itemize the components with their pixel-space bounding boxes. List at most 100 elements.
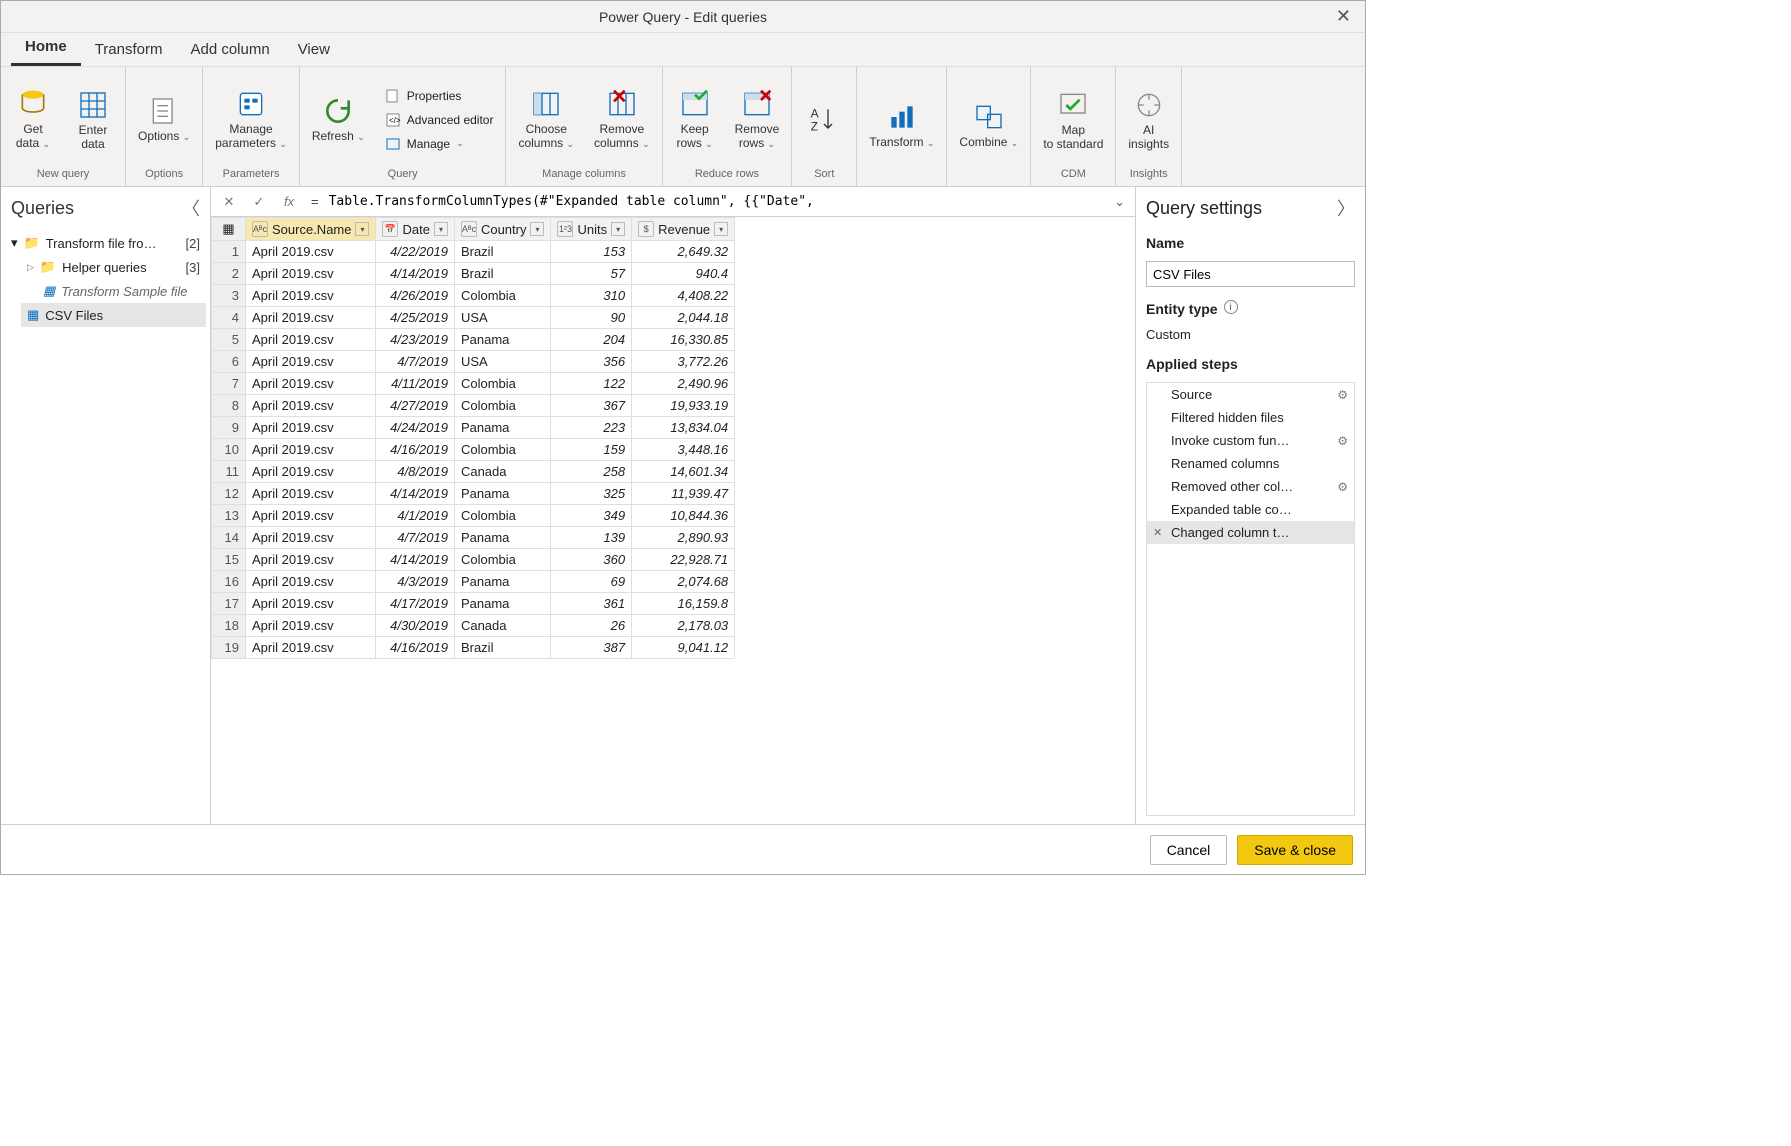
cell[interactable]: 223 (551, 417, 632, 439)
cell[interactable]: 9,041.12 (632, 637, 735, 659)
cell[interactable]: 4/3/2019 (376, 571, 454, 593)
fx-icon[interactable]: fx (277, 190, 301, 214)
cell[interactable]: 4/26/2019 (376, 285, 454, 307)
cell[interactable]: 4/27/2019 (376, 395, 454, 417)
row-number[interactable]: 8 (212, 395, 246, 417)
cell[interactable]: Colombia (454, 373, 551, 395)
tab-home[interactable]: Home (11, 30, 81, 66)
tab-view[interactable]: View (284, 33, 344, 66)
table-corner-icon[interactable]: ▦ (212, 218, 246, 241)
cell[interactable]: 258 (551, 461, 632, 483)
cell[interactable]: 2,178.03 (632, 615, 735, 637)
date-type-icon[interactable]: 📅 (382, 221, 398, 237)
info-icon[interactable]: i (1224, 300, 1238, 314)
table-row[interactable]: 5April 2019.csv4/23/2019Panama20416,330.… (212, 329, 735, 351)
cell[interactable]: 14,601.34 (632, 461, 735, 483)
cell[interactable]: Canada (454, 615, 551, 637)
cell[interactable]: 2,074.68 (632, 571, 735, 593)
cell[interactable]: Colombia (454, 439, 551, 461)
cell[interactable]: April 2019.csv (246, 439, 376, 461)
cell[interactable]: 153 (551, 241, 632, 263)
cell[interactable]: Panama (454, 329, 551, 351)
cell[interactable]: 2,044.18 (632, 307, 735, 329)
cell[interactable]: Panama (454, 483, 551, 505)
cell[interactable]: April 2019.csv (246, 285, 376, 307)
cell[interactable]: 4/7/2019 (376, 351, 454, 373)
cell[interactable]: April 2019.csv (246, 263, 376, 285)
cell[interactable]: 325 (551, 483, 632, 505)
query-csv-files[interactable]: ▦ CSV Files (21, 303, 206, 327)
cell[interactable]: Panama (454, 527, 551, 549)
money-type-icon[interactable]: $ (638, 221, 654, 237)
cell[interactable]: April 2019.csv (246, 329, 376, 351)
cell[interactable]: 4/1/2019 (376, 505, 454, 527)
row-number[interactable]: 3 (212, 285, 246, 307)
table-row[interactable]: 10April 2019.csv4/16/2019Colombia1593,44… (212, 439, 735, 461)
cell[interactable]: 4/14/2019 (376, 263, 454, 285)
table-row[interactable]: 14April 2019.csv4/7/2019Panama1392,890.9… (212, 527, 735, 549)
column-header-date[interactable]: 📅Date▾ (376, 218, 454, 241)
cell[interactable]: Colombia (454, 505, 551, 527)
column-header-source-name[interactable]: AᴮcSource.Name▾ (246, 218, 376, 241)
table-row[interactable]: 8April 2019.csv4/27/2019Colombia36719,93… (212, 395, 735, 417)
cell[interactable]: 4/17/2019 (376, 593, 454, 615)
column-filter-icon[interactable]: ▾ (611, 222, 625, 236)
cell[interactable]: 4/14/2019 (376, 549, 454, 571)
cell[interactable]: Colombia (454, 285, 551, 307)
row-number[interactable]: 18 (212, 615, 246, 637)
cell[interactable]: 349 (551, 505, 632, 527)
formula-input[interactable] (329, 190, 1105, 214)
table-row[interactable]: 15April 2019.csv4/14/2019Colombia36022,9… (212, 549, 735, 571)
table-row[interactable]: 18April 2019.csv4/30/2019Canada262,178.0… (212, 615, 735, 637)
tab-add-column[interactable]: Add column (176, 33, 283, 66)
refresh-button[interactable]: Refresh ⌄ (308, 93, 369, 146)
choose-columns-button[interactable]: Choosecolumns ⌄ (514, 86, 578, 153)
cell[interactable]: April 2019.csv (246, 571, 376, 593)
cell[interactable]: 2,890.93 (632, 527, 735, 549)
row-number[interactable]: 14 (212, 527, 246, 549)
cell[interactable]: 3,772.26 (632, 351, 735, 373)
cell[interactable]: 4/16/2019 (376, 439, 454, 461)
cell[interactable]: 4/30/2019 (376, 615, 454, 637)
column-filter-icon[interactable]: ▾ (434, 222, 448, 236)
row-number[interactable]: 1 (212, 241, 246, 263)
cell[interactable]: April 2019.csv (246, 505, 376, 527)
cell[interactable]: 387 (551, 637, 632, 659)
cell[interactable]: 16,159.8 (632, 593, 735, 615)
cell[interactable]: Panama (454, 571, 551, 593)
cell[interactable]: 11,939.47 (632, 483, 735, 505)
cell[interactable]: April 2019.csv (246, 637, 376, 659)
cell[interactable]: USA (454, 351, 551, 373)
row-number[interactable]: 6 (212, 351, 246, 373)
table-row[interactable]: 11April 2019.csv4/8/2019Canada25814,601.… (212, 461, 735, 483)
query-name-input[interactable] (1146, 261, 1355, 287)
cell[interactable]: 310 (551, 285, 632, 307)
row-number[interactable]: 11 (212, 461, 246, 483)
cell[interactable]: 22,928.71 (632, 549, 735, 571)
formula-commit-icon[interactable]: ✓ (247, 190, 271, 214)
cell[interactable]: 204 (551, 329, 632, 351)
cancel-button[interactable]: Cancel (1150, 835, 1228, 865)
cell[interactable]: 356 (551, 351, 632, 373)
cell[interactable]: 2,649.32 (632, 241, 735, 263)
cell[interactable]: April 2019.csv (246, 615, 376, 637)
cell[interactable]: Brazil (454, 637, 551, 659)
cell[interactable]: 4/25/2019 (376, 307, 454, 329)
cell[interactable]: 940.4 (632, 263, 735, 285)
cell[interactable]: 13,834.04 (632, 417, 735, 439)
text-type-icon[interactable]: Aᴮc (461, 221, 477, 237)
combine-button[interactable]: Combine ⌄ (955, 99, 1022, 152)
cell[interactable]: 4/7/2019 (376, 527, 454, 549)
remove-columns-button[interactable]: Removecolumns ⌄ (590, 86, 654, 153)
row-number[interactable]: 4 (212, 307, 246, 329)
text-type-icon[interactable]: Aᴮc (252, 221, 268, 237)
gear-icon[interactable]: ⚙ (1337, 434, 1348, 448)
cell[interactable]: April 2019.csv (246, 417, 376, 439)
cell[interactable]: 122 (551, 373, 632, 395)
cell[interactable]: Colombia (454, 549, 551, 571)
cell[interactable]: April 2019.csv (246, 593, 376, 615)
cell[interactable]: April 2019.csv (246, 395, 376, 417)
sort-button[interactable]: AZ (800, 102, 848, 138)
cell[interactable]: 26 (551, 615, 632, 637)
row-number[interactable]: 16 (212, 571, 246, 593)
